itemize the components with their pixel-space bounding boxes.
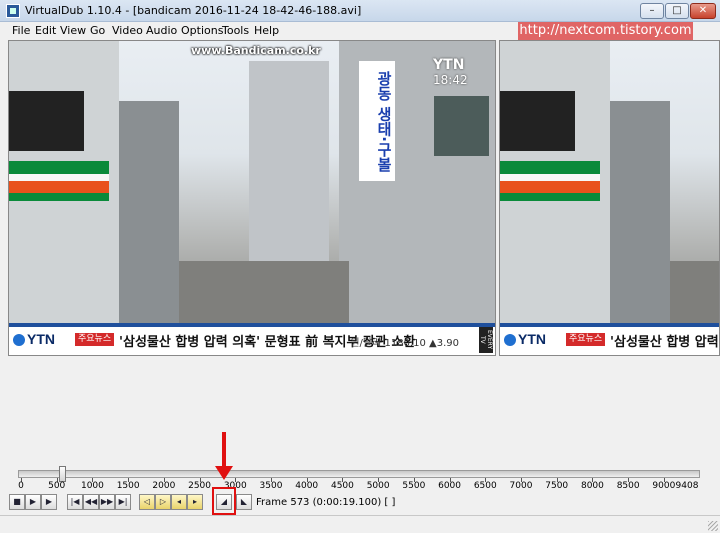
ticker-tag: 주요뉴스 (75, 333, 115, 346)
close-button[interactable]: ✕ (690, 3, 716, 19)
dark-window (9, 91, 84, 151)
output-ticker-brand: YTN (518, 331, 546, 347)
timeline-tick-label: 2500 (188, 481, 212, 491)
scene-forward-button[interactable]: ▸ (187, 494, 203, 510)
exchange-rate: 원/달러 1180.10 ▲3.90 (350, 338, 459, 349)
news-ticker: YTN 주요뉴스 '삼성물산 합병 압력 의혹' 문형표 前 복지부 장관 소환… (9, 323, 495, 355)
title-bar: VirtualDub 1.10.4 - [bandicam 2016-11-24… (0, 0, 720, 22)
annotation-arrow (222, 432, 226, 470)
street (179, 261, 349, 323)
next-keyframe-button[interactable]: ▷ (155, 494, 171, 510)
mark-out-button[interactable]: ◣ (236, 494, 252, 510)
output-video-frame (500, 41, 719, 323)
broadcast-time: 18:42 (433, 73, 468, 87)
go-start-button[interactable]: |◀ (67, 494, 83, 510)
timeline-tick-label: 3500 (259, 481, 283, 491)
timeline-tick-label: 9000 (652, 481, 676, 491)
menu-go[interactable]: Go (90, 24, 105, 37)
play-output-button[interactable]: ▶ (41, 494, 57, 510)
menu-file[interactable]: File (12, 24, 30, 37)
output-video-pane[interactable]: YTN 주요뉴스 '삼성물산 합병 압력 의혹' (499, 40, 720, 356)
timeline-tick-label: 8000 (580, 481, 604, 491)
timeline-tick-label: 7500 (545, 481, 569, 491)
menu-view[interactable]: View (60, 24, 86, 37)
menu-edit[interactable]: Edit (35, 24, 56, 37)
menu-audio[interactable]: Audio (146, 24, 177, 37)
status-bar (0, 515, 720, 533)
scene-back-button[interactable]: ◂ (171, 494, 187, 510)
timeline-tick-label: 0 (18, 481, 24, 491)
go-back-button[interactable]: ◀◀ (83, 494, 99, 510)
virtualdub-app-icon[interactable] (6, 4, 20, 18)
output-ytn-logo-icon (504, 334, 516, 346)
output-news-ticker: YTN 주요뉴스 '삼성물산 합병 압력 의혹' (500, 323, 719, 355)
right-window (434, 96, 489, 156)
ticker-side-logo: EVERY TV (479, 327, 493, 353)
timeline-tick-label: 6000 (438, 481, 462, 491)
input-video-pane[interactable]: 광동 생태·구볼 www.Bandicam.co.kr YTN 18:42 YT… (8, 40, 496, 356)
timeline-tick-label: 5000 (366, 481, 390, 491)
timeline-tick-label: 4500 (330, 481, 354, 491)
building-mid (119, 101, 179, 323)
annotation-arrow-head (215, 466, 233, 480)
output-ticker-tag: 주요뉴스 (566, 333, 606, 346)
menu-options[interactable]: Options (181, 24, 223, 37)
timeline-tick-label: 6500 (473, 481, 497, 491)
timeline-tick-label: 2000 (152, 481, 176, 491)
prev-keyframe-button[interactable]: ◁ (139, 494, 155, 510)
timeline-tick-label: 1000 (80, 481, 104, 491)
go-end-button[interactable]: ▶| (115, 494, 131, 510)
timeline-tick-label: 7000 (509, 481, 533, 491)
output-ticker-headline: '삼성물산 합병 압력 의혹' (610, 335, 719, 350)
play-input-button[interactable]: ▶ (25, 494, 41, 510)
timeline-tick-label: 500 (48, 481, 66, 491)
bandicam-site-overlay: www.Bandicam.co.kr (191, 44, 321, 57)
ytn-logo-icon (13, 334, 25, 346)
timeline-slider[interactable] (18, 470, 700, 478)
channel-logo: YTN (433, 57, 465, 73)
maximize-button[interactable]: □ (665, 3, 689, 19)
blog-watermark: http://nextcom.tistory.com (518, 22, 693, 40)
resize-grip-icon[interactable] (708, 521, 718, 531)
video-frame: 광동 생태·구볼 www.Bandicam.co.kr YTN 18:42 (9, 41, 495, 323)
annotation-highlight-box (212, 487, 236, 515)
window-title: VirtualDub 1.10.4 - [bandicam 2016-11-24… (25, 4, 362, 17)
timeline-tick-label: 1500 (116, 481, 140, 491)
timeline-max-label: 9408 (675, 481, 699, 491)
timeline-thumb[interactable] (58, 466, 66, 482)
store-awning (9, 161, 109, 201)
menu-video[interactable]: Video (112, 24, 143, 37)
timeline-tick-label: 4000 (295, 481, 319, 491)
go-forward-button[interactable]: ▶▶ (99, 494, 115, 510)
stop-button[interactable]: ■ (9, 494, 25, 510)
frame-readout: Frame 573 (0:00:19.100) [ ] (256, 497, 396, 508)
menu-help[interactable]: Help (254, 24, 279, 37)
minimize-button[interactable]: – (640, 3, 664, 19)
ticker-brand: YTN (27, 331, 55, 347)
timeline-tick-label: 5500 (402, 481, 426, 491)
building-far (249, 61, 329, 261)
menu-tools[interactable]: Tools (222, 24, 249, 37)
timeline-tick-label: 8500 (616, 481, 640, 491)
shop-sign: 광동 생태·구볼 (359, 61, 395, 181)
